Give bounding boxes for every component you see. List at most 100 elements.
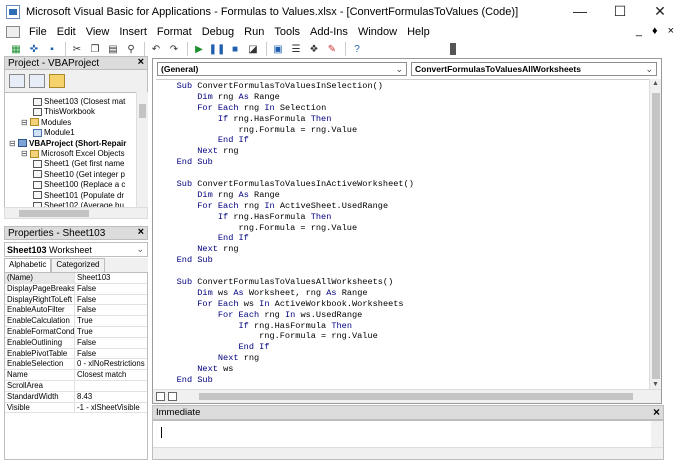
tree-node[interactable]: Sheet103 (Closest mat (33, 96, 125, 107)
tab-alphabetic[interactable]: Alphabetic (4, 258, 52, 272)
code-line[interactable]: End If (156, 135, 650, 146)
code-line[interactable]: Dim rng As Range (156, 92, 650, 103)
close-icon[interactable]: × (653, 405, 660, 419)
code-line[interactable]: rng.Formula = rng.Value (156, 331, 650, 342)
property-value[interactable]: False (75, 349, 147, 359)
mdi-minimize-button[interactable]: _ (636, 25, 642, 37)
property-row[interactable]: EnableCalculation True (5, 316, 147, 327)
code-line[interactable]: rng.Formula = rng.Value (156, 223, 650, 234)
mdi-close-button[interactable]: × (668, 25, 674, 37)
code-line[interactable]: If rng.HasFormula Then (156, 114, 650, 125)
cut-icon[interactable]: ✂ (69, 42, 85, 56)
property-row[interactable]: StandardWidth 8.43 (5, 391, 147, 403)
menu-format[interactable]: Format (152, 26, 197, 38)
scroll-up-icon[interactable]: ▲ (652, 80, 659, 87)
property-value[interactable]: False (75, 338, 147, 348)
immediate-vscrollbar[interactable] (651, 421, 663, 447)
project-tree-vscrollbar[interactable] (136, 92, 148, 208)
menu-help[interactable]: Help (402, 26, 435, 38)
redo-icon[interactable]: ↷ (166, 42, 182, 56)
tree-node[interactable]: Sheet1 (Get first name (33, 158, 124, 169)
toolbox-icon[interactable]: ✎ (324, 42, 340, 56)
property-row[interactable]: ScrollArea (5, 380, 147, 392)
expander-icon[interactable]: ⊟ (21, 118, 28, 127)
tree-node[interactable]: ThisWorkbook (33, 106, 95, 117)
tree-node[interactable]: Sheet100 (Replace a c (33, 179, 125, 190)
toolbar-grip[interactable] (450, 43, 456, 55)
property-row[interactable]: DisplayPageBreaks False (5, 283, 147, 295)
code-line[interactable]: End If (156, 342, 650, 353)
close-button[interactable]: ✕ (640, 0, 680, 22)
object-combo[interactable]: (General) ⌄ (157, 62, 407, 76)
code-line[interactable]: Sub ConvertFormulasToValuesInSelection() (156, 81, 650, 92)
procedure-view-icon[interactable] (156, 392, 165, 401)
code-line[interactable] (156, 266, 650, 277)
excel-view-icon[interactable] (6, 26, 20, 38)
paste-icon[interactable]: ▤ (105, 42, 121, 56)
insert-module-icon[interactable]: ✜ (26, 42, 42, 56)
property-row[interactable]: DisplayRightToLeft False (5, 294, 147, 306)
view-code-icon[interactable] (9, 74, 25, 88)
tree-node[interactable]: ⊟ VBAProject (Short-Repair (9, 138, 126, 149)
code-line[interactable]: If rng.HasFormula Then (156, 321, 650, 332)
code-line[interactable]: Next ws (156, 364, 650, 375)
view-excel-icon[interactable]: ▦ (8, 42, 24, 56)
code-line[interactable]: rng.Formula = rng.Value (156, 125, 650, 136)
code-line[interactable]: For Each rng In ws.UsedRange (156, 310, 650, 321)
scroll-thumb[interactable] (199, 393, 633, 400)
view-object-icon[interactable] (29, 74, 45, 88)
expander-icon[interactable]: ⊟ (9, 139, 16, 148)
tab-categorized[interactable]: Categorized (51, 258, 105, 272)
scroll-thumb[interactable] (139, 104, 146, 118)
property-value[interactable]: True (75, 316, 147, 326)
code-line[interactable]: For Each rng In ActiveSheet.UsedRange (156, 201, 650, 212)
code-line[interactable]: For Each ws In ActiveWorkbook.Worksheets (156, 299, 650, 310)
menu-run[interactable]: Run (239, 26, 269, 38)
code-line[interactable]: Dim rng As Range (156, 190, 650, 201)
code-line[interactable]: If rng.HasFormula Then (156, 212, 650, 223)
tree-node[interactable]: Module1 (33, 127, 75, 138)
design-mode-icon[interactable]: ◪ (245, 42, 261, 56)
property-value[interactable]: 0 - xlNoRestrictions (75, 359, 147, 369)
toggle-folders-icon[interactable] (49, 74, 65, 88)
undo-icon[interactable]: ↶ (148, 42, 164, 56)
code-line[interactable]: Next rng (156, 244, 650, 255)
full-module-view-icon[interactable] (168, 392, 177, 401)
close-icon[interactable]: × (138, 56, 144, 68)
property-row[interactable]: EnableSelection 0 - xlNoRestrictions (5, 359, 147, 371)
help-icon[interactable]: ? (349, 42, 365, 56)
scroll-thumb[interactable] (652, 93, 660, 379)
menu-file[interactable]: File (24, 26, 52, 38)
immediate-window[interactable] (152, 420, 664, 460)
property-value[interactable]: False (75, 295, 147, 305)
menu-view[interactable]: View (81, 26, 115, 38)
tree-node[interactable]: ⊟ Microsoft Excel Objects (21, 148, 125, 159)
mdi-restore-button[interactable]: ♦ (652, 25, 658, 37)
property-value[interactable]: True (75, 327, 147, 337)
code-line[interactable]: Next rng (156, 146, 650, 157)
tree-node[interactable]: ⊟ Modules (21, 117, 71, 128)
property-row[interactable]: EnablePivotTable False (5, 348, 147, 360)
code-vscrollbar[interactable]: ▲ ▼ (649, 79, 661, 389)
menu-debug[interactable]: Debug (197, 26, 239, 38)
tree-node[interactable]: Sheet101 (Populate dr (33, 190, 124, 201)
code-line[interactable]: Next rng (156, 353, 650, 364)
property-value[interactable]: False (75, 305, 147, 315)
code-line[interactable]: Dim ws As Worksheet, rng As Range (156, 288, 650, 299)
property-row[interactable]: Visible -1 - xlSheetVisible (5, 402, 147, 414)
code-hscrollbar[interactable] (153, 389, 661, 403)
menu-window[interactable]: Window (353, 26, 402, 38)
expander-icon[interactable]: ⊟ (21, 149, 28, 158)
immediate-hscrollbar[interactable] (153, 447, 663, 459)
property-row[interactable]: EnableFormatConditi True (5, 326, 147, 338)
run-icon[interactable]: ▶ (191, 42, 207, 56)
save-icon[interactable]: ▪ (44, 42, 60, 56)
code-line[interactable]: End Sub (156, 255, 650, 266)
menu-edit[interactable]: Edit (52, 26, 81, 38)
code-line[interactable]: For Each rng In Selection (156, 103, 650, 114)
code-line[interactable]: Sub ConvertFormulasToValuesAllWorksheets… (156, 277, 650, 288)
code-editor[interactable]: Sub ConvertFormulasToValuesInSelection()… (156, 79, 650, 389)
property-value[interactable]: 8.43 (75, 392, 147, 402)
property-value[interactable]: -1 - xlSheetVisible (75, 403, 147, 413)
project-tree-hscrollbar[interactable] (4, 207, 148, 219)
